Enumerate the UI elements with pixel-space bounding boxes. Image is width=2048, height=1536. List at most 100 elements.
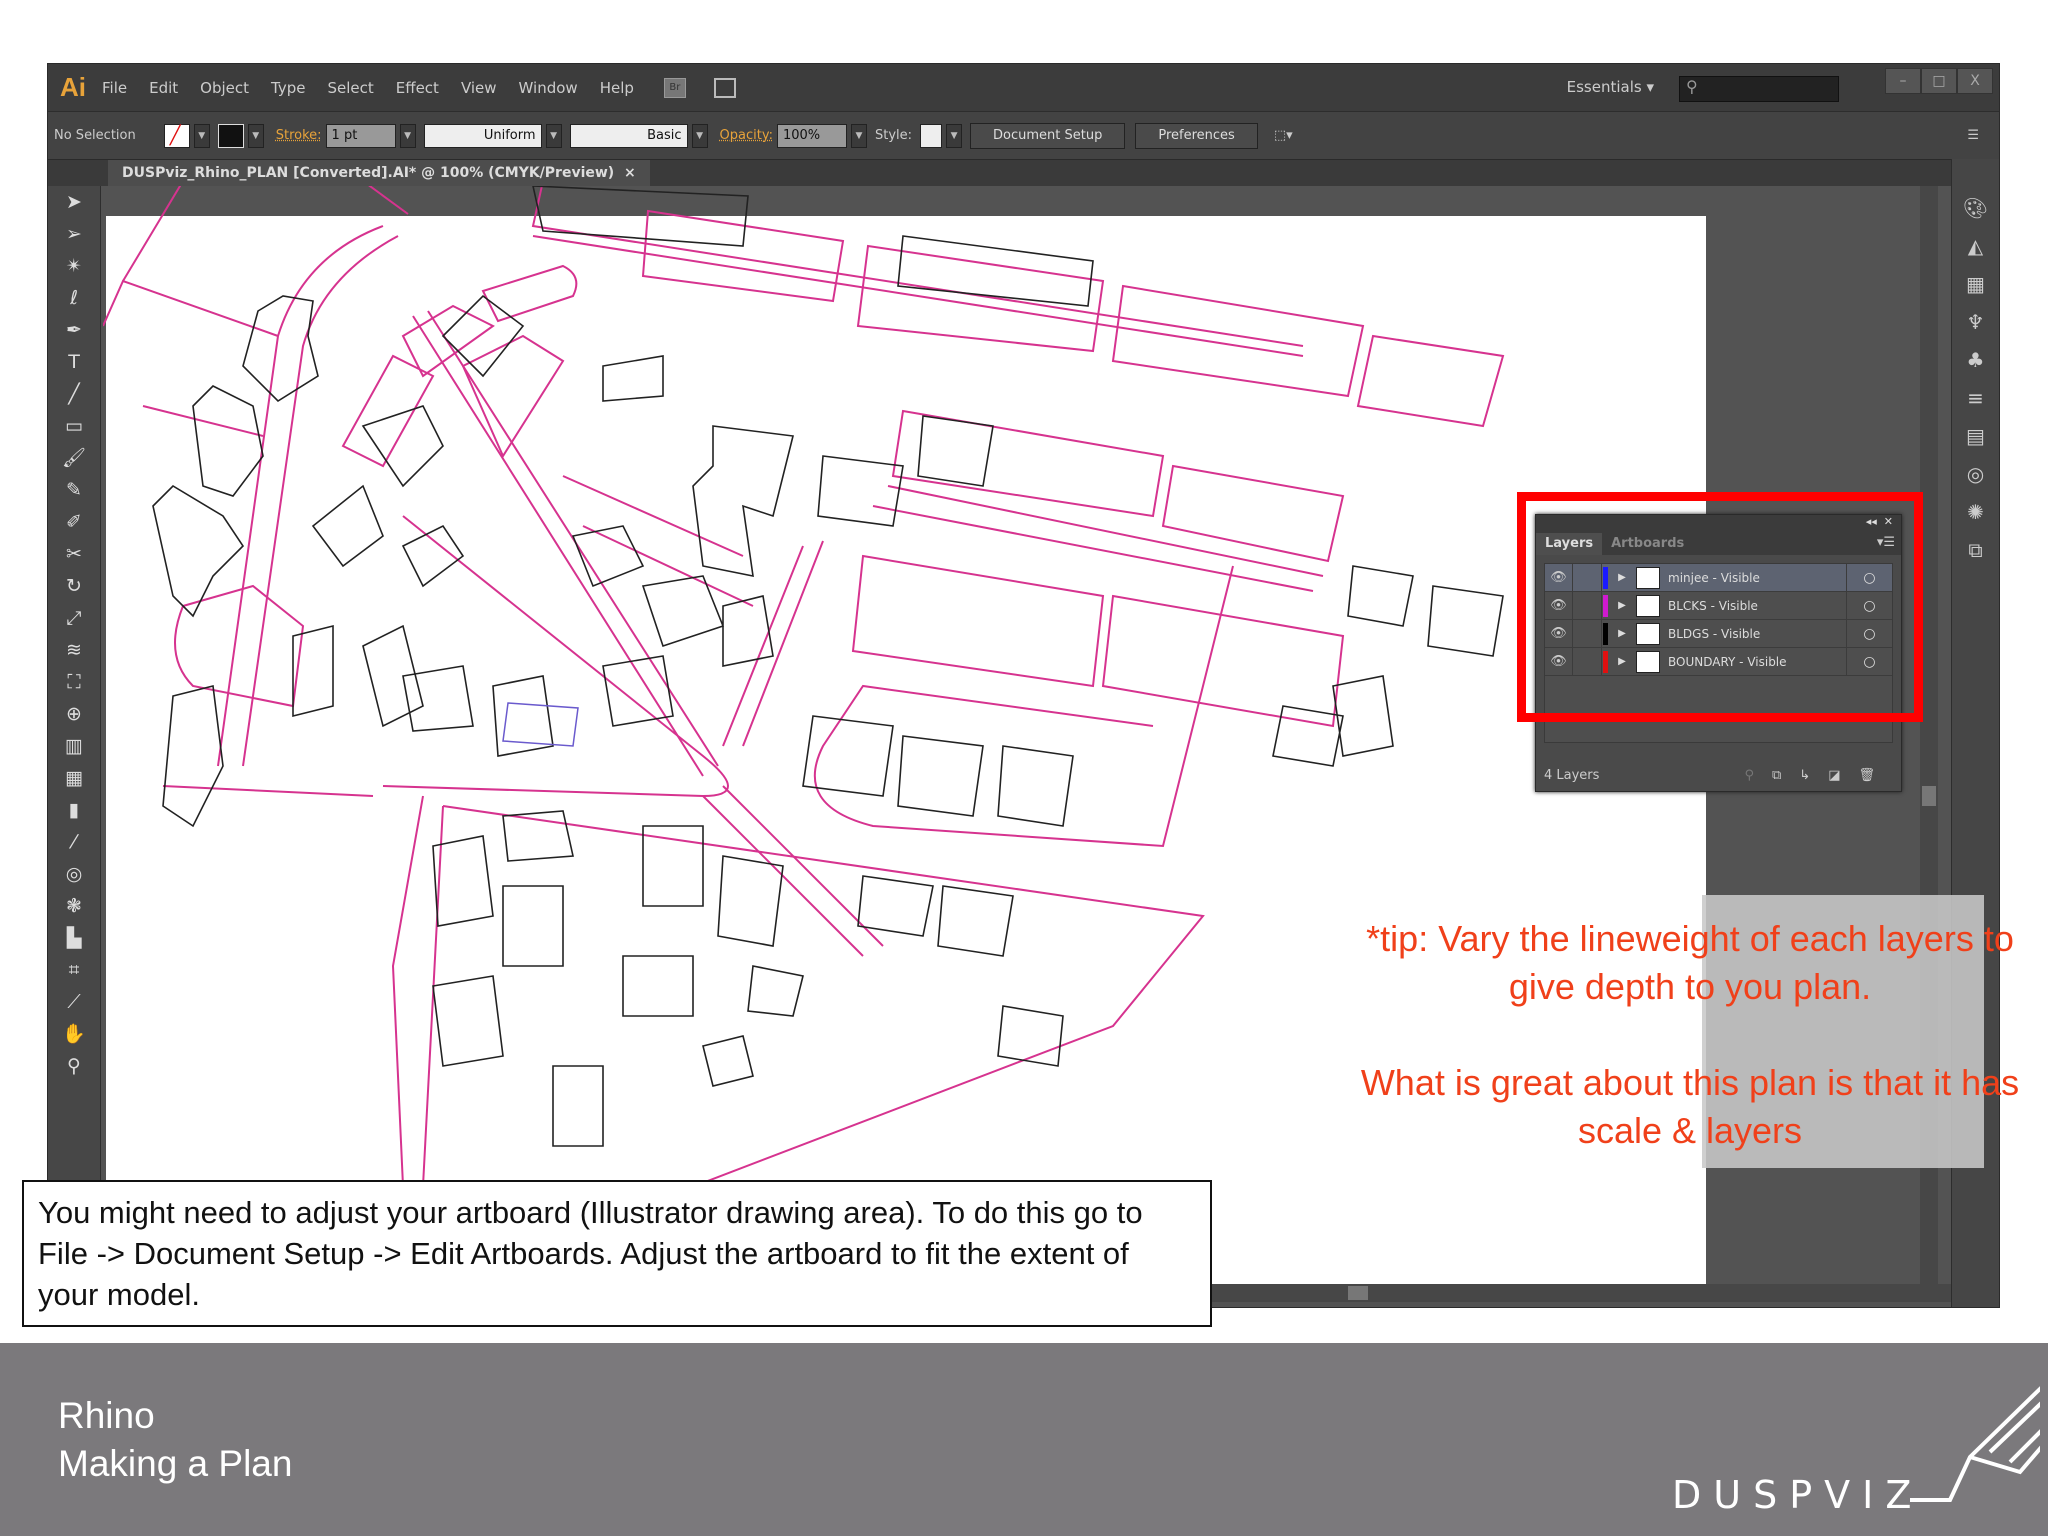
- search-icon: ⚲: [1686, 77, 1698, 96]
- perspective-tool-icon[interactable]: ▥: [48, 730, 100, 762]
- make-clipping-mask-icon[interactable]: ⧉: [1772, 768, 1799, 783]
- search-input[interactable]: ⚲: [1679, 76, 1839, 102]
- shape-builder-tool-icon[interactable]: ⊕: [48, 698, 100, 730]
- tip-line-2: give depth to you plan.: [1508, 966, 1872, 1007]
- swatches-icon[interactable]: ▦: [1952, 265, 1999, 303]
- transparency-icon[interactable]: ◎: [1952, 455, 1999, 493]
- panel-menu-icon[interactable]: ☰: [1967, 128, 1979, 143]
- stroke-weight-dropdown[interactable]: ▼: [399, 123, 416, 148]
- close-tab-icon[interactable]: ×: [624, 165, 636, 181]
- artboard-tool-icon[interactable]: ⌗: [48, 954, 100, 986]
- style-swatch[interactable]: [920, 123, 943, 148]
- style-label: Style:: [874, 128, 913, 143]
- new-layer-icon[interactable]: ◪: [1828, 768, 1858, 783]
- vertical-scroll-thumb[interactable]: [1922, 786, 1936, 806]
- opacity-dropdown[interactable]: ▼: [850, 123, 867, 148]
- stroke-weight-input[interactable]: 1 pt: [325, 123, 396, 148]
- bridge-button[interactable]: Br: [663, 77, 686, 98]
- brush-dropdown[interactable]: ▼: [691, 123, 708, 148]
- menu-effect[interactable]: Effect: [396, 79, 439, 97]
- eyedropper-tool-icon[interactable]: ⁄: [48, 826, 100, 858]
- fill-dropdown[interactable]: ▼: [193, 123, 210, 148]
- line-tool-icon[interactable]: ╱: [48, 378, 100, 410]
- blend-tool-icon[interactable]: ◎: [48, 858, 100, 890]
- create-sublayer-icon[interactable]: ↳: [1799, 768, 1828, 783]
- opacity-label[interactable]: Opacity:: [720, 128, 773, 143]
- scale-tool-icon[interactable]: ⤢: [48, 602, 100, 634]
- document-setup-button[interactable]: Document Setup: [970, 122, 1126, 149]
- warp-tool-icon[interactable]: ≋: [48, 634, 100, 666]
- pen-tool-icon[interactable]: ✒: [48, 314, 100, 346]
- great-line-2: scale & layers: [1577, 1110, 1803, 1151]
- stroke-dropdown[interactable]: ▼: [247, 123, 264, 148]
- menu-select[interactable]: Select: [327, 79, 373, 97]
- document-tab[interactable]: DUSPviz_Rhino_PLAN [Converted].AI* @ 100…: [108, 160, 650, 187]
- select-similar-icon[interactable]: ⬚▾: [1274, 128, 1293, 143]
- document-tab-bar: DUSPviz_Rhino_PLAN [Converted].AI* @ 100…: [48, 159, 1999, 187]
- selection-tool-icon[interactable]: ➤: [48, 186, 100, 218]
- menu-type[interactable]: Type: [271, 79, 305, 97]
- great-line-1: What is great about this plan is that it…: [1360, 1062, 2020, 1103]
- svg-text:DUSPVIZ: DUSPVIZ: [1672, 1473, 1923, 1517]
- minjee-layer: [502, 702, 579, 747]
- delete-layer-icon[interactable]: 🗑︎: [1858, 768, 1893, 783]
- menu-object[interactable]: Object: [200, 79, 249, 97]
- selection-status: No Selection: [54, 128, 136, 143]
- magic-wand-tool-icon[interactable]: ✴: [48, 250, 100, 282]
- control-bar: No Selection ╱ ▼ ▼ Stroke: 1 pt ▼ Unifor…: [48, 111, 1999, 159]
- mesh-tool-icon[interactable]: ▦: [48, 762, 100, 794]
- style-dropdown[interactable]: ▼: [946, 123, 963, 148]
- type-tool-icon[interactable]: T: [48, 346, 100, 378]
- layer-count: 4 Layers: [1544, 768, 1600, 783]
- minimize-button[interactable]: –: [1885, 68, 1921, 94]
- free-transform-tool-icon[interactable]: ⛶: [48, 666, 100, 698]
- color-panel-icon[interactable]: 🎨︎: [1952, 189, 1999, 227]
- maximize-button[interactable]: □: [1921, 68, 1957, 94]
- stroke-panel-icon[interactable]: ≡: [1952, 379, 1999, 417]
- appearance-icon[interactable]: ✺: [1952, 493, 1999, 531]
- duspviz-logo: DUSPVIZ: [1672, 1386, 2040, 1517]
- lasso-tool-icon[interactable]: ℓ: [48, 282, 100, 314]
- arrange-documents-icon[interactable]: [713, 77, 736, 98]
- profile-dropdown[interactable]: ▼: [545, 123, 562, 148]
- hand-tool-icon[interactable]: ✋: [48, 1018, 100, 1050]
- stroke-label[interactable]: Stroke:: [276, 128, 322, 143]
- rectangle-tool-icon[interactable]: ▭: [48, 410, 100, 442]
- stroke-swatch[interactable]: [217, 123, 244, 148]
- locate-object-icon[interactable]: ⚲: [1744, 768, 1772, 783]
- brushes-icon[interactable]: ♆: [1952, 303, 1999, 341]
- workspace-switcher[interactable]: Essentials ▾: [1567, 78, 1654, 96]
- none-swatch-icon: ╱: [169, 125, 181, 146]
- rotate-tool-icon[interactable]: ↻: [48, 570, 100, 602]
- menu-file[interactable]: File: [102, 79, 127, 97]
- opacity-input[interactable]: 100%: [776, 123, 847, 148]
- fill-swatch[interactable]: ╱: [163, 123, 190, 148]
- gradient-tool-icon[interactable]: ▮: [48, 794, 100, 826]
- preferences-button[interactable]: Preferences: [1135, 122, 1258, 149]
- graph-tool-icon[interactable]: ▙: [48, 922, 100, 954]
- color-guide-icon[interactable]: ◭: [1952, 227, 1999, 265]
- graphic-styles-icon[interactable]: ⧉: [1952, 531, 1999, 569]
- instruction-note: You might need to adjust your artboard (…: [22, 1180, 1212, 1327]
- brush-definition[interactable]: Basic: [569, 123, 688, 148]
- menu-help[interactable]: Help: [600, 79, 634, 97]
- close-button[interactable]: X: [1957, 68, 1993, 94]
- menu-window[interactable]: Window: [519, 79, 578, 97]
- blob-brush-tool-icon[interactable]: ✐: [48, 506, 100, 538]
- zoom-tool-icon[interactable]: ⚲: [48, 1050, 100, 1082]
- scissors-tool-icon[interactable]: ✂: [48, 538, 100, 570]
- footer-title: Rhino: [58, 1395, 155, 1436]
- gradient-panel-icon[interactable]: ▤: [1952, 417, 1999, 455]
- symbols-icon[interactable]: ♣: [1952, 341, 1999, 379]
- direct-selection-tool-icon[interactable]: ➢: [48, 218, 100, 250]
- paintbrush-tool-icon[interactable]: 🖌︎: [48, 442, 100, 474]
- variable-width-profile[interactable]: Uniform: [423, 123, 542, 148]
- workspace-label: Essentials: [1566, 78, 1642, 96]
- symbol-sprayer-tool-icon[interactable]: ❃: [48, 890, 100, 922]
- horizontal-scroll-thumb[interactable]: [1348, 1286, 1368, 1300]
- menu-edit[interactable]: Edit: [149, 79, 178, 97]
- slice-tool-icon[interactable]: ⟋: [48, 986, 100, 1018]
- menu-view[interactable]: View: [461, 79, 497, 97]
- menu-bar: Ai File Edit Object Type Select Effect V…: [48, 64, 1999, 111]
- pencil-tool-icon[interactable]: ✎: [48, 474, 100, 506]
